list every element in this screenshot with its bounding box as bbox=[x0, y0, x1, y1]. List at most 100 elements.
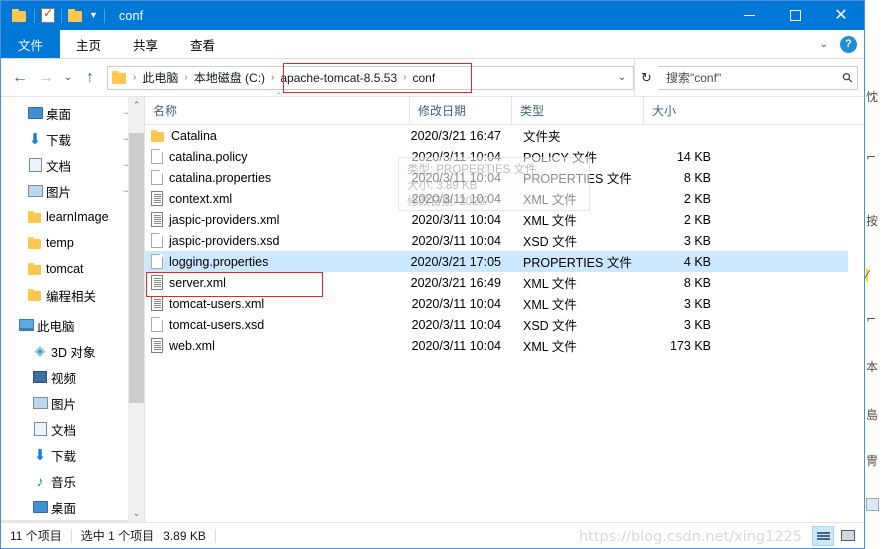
breadcrumb-this-pc[interactable]: 此电脑 bbox=[139, 69, 181, 86]
table-row[interactable]: catalina.policy 2020/3/11 10:04 POLICY 文… bbox=[145, 146, 864, 167]
file-rows: Catalina 2020/3/21 16:47 文件夹 catalina.po… bbox=[145, 125, 864, 522]
sidebar-item-music[interactable]: ♪ 音乐 bbox=[1, 468, 144, 494]
item-count: 11 个项目 bbox=[10, 529, 62, 543]
file-size: 8 KB bbox=[683, 275, 711, 290]
file-icon bbox=[151, 170, 163, 185]
up-button[interactable]: ↑ bbox=[77, 65, 103, 91]
close-button[interactable]: ✕ bbox=[818, 1, 864, 30]
breadcrumb-separator: › bbox=[271, 72, 275, 83]
sidebar-item-pictures[interactable]: 图片 📌 bbox=[1, 178, 144, 204]
search-input[interactable]: 搜索"conf" ⚲ bbox=[658, 65, 858, 90]
column-header-type[interactable]: 类型 bbox=[511, 97, 643, 124]
file-name-cell: context.xml bbox=[145, 191, 409, 206]
sidebar-item-pictures-pc[interactable]: 图片 bbox=[1, 390, 144, 416]
divider bbox=[34, 8, 35, 23]
file-type: PROPERTIES 文件 bbox=[523, 256, 632, 270]
address-bar[interactable]: › 此电脑 › 本地磁盘 (C:) › apache-tomcat-8.5.53… bbox=[107, 62, 634, 93]
download-icon: ⬇ bbox=[28, 130, 42, 148]
sidebar-item-learnimage[interactable]: learnImage bbox=[1, 204, 144, 230]
file-name-cell: server.xml bbox=[145, 275, 409, 290]
file-name-cell: catalina.properties bbox=[145, 170, 409, 185]
breadcrumb-conf[interactable]: conf bbox=[409, 71, 438, 85]
sidebar-item-label: 文档 bbox=[46, 159, 72, 174]
resize-grip[interactable] bbox=[852, 537, 862, 547]
maximize-button[interactable] bbox=[772, 1, 818, 30]
window-controls: ✕ bbox=[726, 1, 864, 30]
new-folder-icon[interactable] bbox=[68, 9, 84, 22]
breadcrumb-tomcat[interactable]: apache-tomcat-8.5.53 bbox=[277, 71, 400, 85]
file-name: tomcat-users.xml bbox=[169, 296, 265, 311]
breadcrumb: › 此电脑 › 本地磁盘 (C:) › apache-tomcat-8.5.53… bbox=[108, 67, 438, 89]
file-name: tomcat-users.xsd bbox=[169, 317, 265, 332]
file-list-scrollbar[interactable] bbox=[848, 125, 864, 522]
column-header-date[interactable]: 修改日期 bbox=[409, 97, 511, 124]
divider bbox=[61, 8, 62, 23]
file-date: 2020/3/21 16:47 bbox=[410, 128, 501, 143]
table-row[interactable]: tomcat-users.xsd 2020/3/11 10:04 XSD 文件 … bbox=[145, 314, 864, 335]
column-header-name[interactable]: 名称 ⌃ bbox=[145, 91, 409, 124]
file-date: 2020/3/21 16:49 bbox=[410, 275, 501, 290]
scroll-up-icon[interactable]: ⌃ bbox=[129, 97, 144, 114]
sidebar-item-temp[interactable]: temp bbox=[1, 230, 144, 256]
sidebar-item-tomcat[interactable]: tomcat bbox=[1, 256, 144, 282]
sort-ascending-icon: ⌃ bbox=[275, 91, 283, 101]
sidebar-item-programming[interactable]: 编程相关 bbox=[1, 282, 144, 308]
tab-view[interactable]: 查看 bbox=[174, 30, 231, 58]
minimize-button[interactable] bbox=[726, 1, 772, 30]
address-toolbar: ← → ⌄ ↑ › 此电脑 › 本地磁盘 (C:) › apache-tomca… bbox=[1, 59, 864, 96]
table-row[interactable]: tomcat-users.xml 2020/3/11 10:04 XML 文件 … bbox=[145, 293, 864, 314]
sidebar-scrollbar[interactable]: ⌃ ⌄ bbox=[128, 97, 144, 522]
column-label: 大小 bbox=[652, 104, 677, 118]
selection-size: 3.89 KB bbox=[163, 528, 206, 543]
column-header-size[interactable]: 大小 bbox=[643, 97, 721, 124]
sidebar-item-label: 文档 bbox=[51, 423, 77, 438]
table-row[interactable]: jaspic-providers.xml 2020/3/11 10:04 XML… bbox=[145, 209, 864, 230]
status-bar: 11 个项目 选中 1 个项目 3.89 KB https://blog.csd… bbox=[1, 522, 864, 548]
sidebar-item-downloads-pc[interactable]: ⬇ 下载 bbox=[1, 442, 144, 468]
table-row[interactable]: server.xml 2020/3/21 16:49 XML 文件 8 KB bbox=[145, 272, 864, 293]
forward-button[interactable]: → bbox=[33, 65, 59, 91]
sidebar-item-this-pc[interactable]: 此电脑 bbox=[1, 312, 144, 338]
sidebar-item-videos[interactable]: 视频 bbox=[1, 364, 144, 390]
breadcrumb-drive-c[interactable]: 本地磁盘 (C:) bbox=[191, 69, 268, 86]
scrollbar-thumb[interactable] bbox=[129, 133, 144, 403]
details-view-button[interactable] bbox=[812, 525, 834, 546]
tab-home[interactable]: 主页 bbox=[60, 30, 117, 58]
navigation-pane[interactable]: 桌面 📌 ⬇ 下载 📌 文档 📌 图片 📌 learnImage bbox=[1, 97, 144, 522]
table-row-selected[interactable]: logging.properties 2020/3/21 17:05 PROPE… bbox=[145, 251, 864, 272]
table-row[interactable]: web.xml 2020/3/11 10:04 XML 文件 173 KB bbox=[145, 335, 864, 356]
sidebar-item-label: 视频 bbox=[51, 371, 77, 386]
divider bbox=[103, 8, 105, 23]
bg-window-button[interactable] bbox=[866, 498, 879, 511]
sidebar-item-desktop-pc[interactable]: 桌面 bbox=[1, 494, 144, 520]
this-pc-icon bbox=[15, 319, 37, 331]
properties-icon[interactable] bbox=[41, 6, 55, 23]
sidebar-item-downloads[interactable]: ⬇ 下载 📌 bbox=[1, 126, 144, 152]
title-bar[interactable]: ▼ conf ✕ bbox=[1, 1, 864, 30]
sidebar-item-label: learnImage bbox=[46, 210, 109, 224]
window-title: conf bbox=[118, 8, 144, 23]
table-row[interactable]: Catalina 2020/3/21 16:47 文件夹 bbox=[145, 125, 864, 146]
help-icon[interactable]: ? bbox=[840, 35, 857, 53]
file-type: XML 文件 bbox=[523, 298, 577, 312]
file-name: web.xml bbox=[169, 338, 215, 353]
sidebar-item-3d-objects[interactable]: ◈ 3D 对象 bbox=[1, 338, 144, 364]
table-row[interactable]: jaspic-providers.xsd 2020/3/11 10:04 XSD… bbox=[145, 230, 864, 251]
sidebar-item-documents[interactable]: 文档 📌 bbox=[1, 152, 144, 178]
tab-file[interactable]: 文件 bbox=[1, 30, 61, 58]
table-row[interactable]: context.xml 2020/3/11 10:04 XML 文件 2 KB bbox=[145, 188, 864, 209]
tab-share[interactable]: 共享 bbox=[117, 30, 174, 58]
table-row[interactable]: catalina.properties 2020/3/11 10:04 PROP… bbox=[145, 167, 864, 188]
sidebar-item-label: 3D 对象 bbox=[51, 345, 96, 360]
customize-caret-icon[interactable]: ▼ bbox=[89, 11, 98, 20]
sidebar-item-desktop[interactable]: 桌面 📌 bbox=[1, 100, 144, 126]
sidebar-item-documents-pc[interactable]: 文档 bbox=[1, 416, 144, 442]
recent-locations-button[interactable]: ⌄ bbox=[59, 65, 77, 91]
back-button[interactable]: ← bbox=[7, 65, 33, 91]
address-dropdown-icon[interactable]: ⌄ bbox=[611, 72, 633, 83]
refresh-button[interactable]: ↻ bbox=[634, 59, 658, 96]
background-window[interactable]: 忱 ⌐ 按 ⁄ ⌐ 本 島 冑 bbox=[864, 0, 883, 549]
divider bbox=[214, 528, 216, 543]
chevron-down-icon[interactable]: ⌄ bbox=[820, 39, 828, 50]
scroll-down-icon[interactable]: ⌄ bbox=[129, 505, 144, 522]
